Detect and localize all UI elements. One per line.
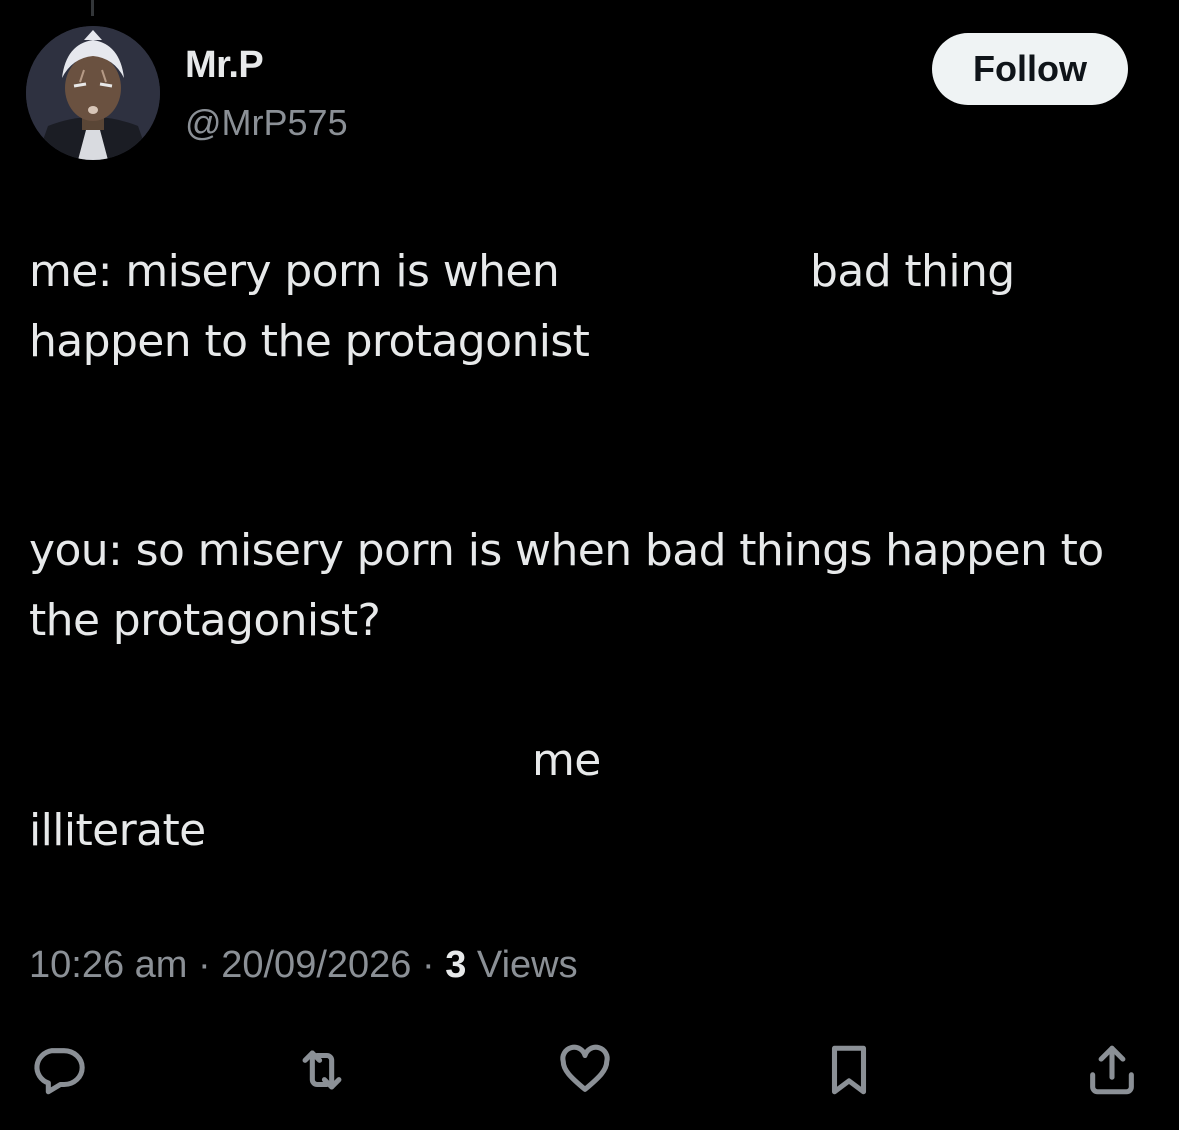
author-display-name[interactable]: Mr.P <box>185 44 264 87</box>
tweet-text-line: illiterate <box>29 805 206 856</box>
thread-connector-line <box>91 0 94 16</box>
reply-icon <box>34 1048 85 1095</box>
tweet-date[interactable]: 20/09/2026 <box>221 944 411 986</box>
retweet-button[interactable] <box>292 1040 352 1100</box>
like-button[interactable] <box>555 1040 615 1100</box>
avatar[interactable] <box>26 26 160 160</box>
tweet-text-line: the protagonist? <box>29 595 381 646</box>
share-button[interactable] <box>1082 1040 1142 1100</box>
tweet-text-line: happen to the protagonist <box>29 316 590 367</box>
author-handle[interactable]: @MrP575 <box>185 102 348 144</box>
meta-separator: · <box>411 944 446 986</box>
meta-separator: · <box>187 944 222 986</box>
heart-icon <box>560 1044 610 1092</box>
tweet-metadata: 10:26 am · 20/09/2026 · 3 Views <box>29 944 578 987</box>
tweet-text-line: you: so misery porn is when bad things h… <box>29 525 1104 576</box>
tweet-time[interactable]: 10:26 am <box>29 944 187 986</box>
follow-button[interactable]: Follow <box>932 33 1128 105</box>
bookmark-icon <box>831 1045 867 1095</box>
views-label: Views <box>476 944 578 986</box>
tweet-text-line: me: misery porn is when <box>29 246 560 297</box>
anime-character-avatar-icon <box>26 26 160 160</box>
tweet-text-line: me <box>532 735 601 786</box>
retweet-icon <box>302 1050 342 1090</box>
share-icon <box>1090 1045 1134 1095</box>
views-count: 3 <box>445 944 467 986</box>
reply-button[interactable] <box>28 1040 88 1100</box>
bookmark-button[interactable] <box>819 1040 879 1100</box>
tweet-text-line: bad thing <box>810 246 1015 297</box>
